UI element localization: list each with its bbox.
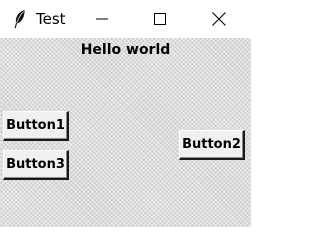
button2[interactable]: Button2	[179, 130, 245, 160]
feather-icon	[12, 9, 26, 29]
maximize-icon	[154, 13, 166, 25]
hello-label: Hello world	[80, 42, 171, 58]
title-bar[interactable]: Test	[0, 0, 251, 38]
app-window: Test Hello world Button1 Button3 Button2	[0, 0, 251, 227]
minimize-icon	[96, 18, 108, 20]
close-icon	[212, 12, 226, 26]
button3[interactable]: Button3	[3, 150, 69, 180]
minimize-button[interactable]	[79, 0, 125, 38]
button1[interactable]: Button1	[3, 111, 69, 141]
maximize-button[interactable]	[137, 0, 183, 38]
window-title: Test	[36, 10, 66, 28]
close-button[interactable]	[196, 0, 242, 38]
window-client-area: Hello world Button1 Button3 Button2	[0, 38, 251, 227]
